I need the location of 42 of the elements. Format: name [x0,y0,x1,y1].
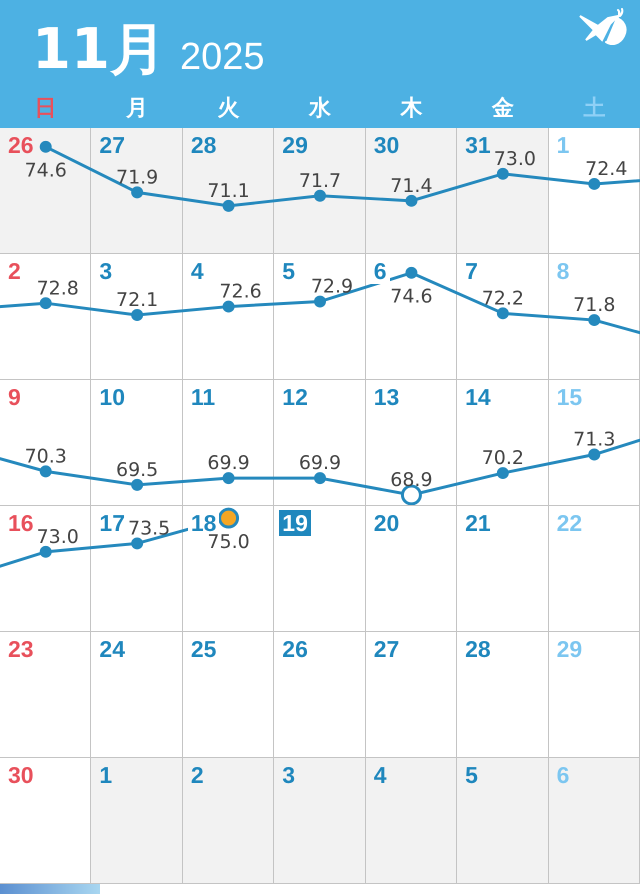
day-cell[interactable]: 27 [366,632,458,757]
weekday-label: 月 [126,95,148,123]
weight-label: 72.2 [482,287,524,310]
weekday-label: 火 [218,95,240,123]
weight-label: 69.5 [116,459,158,481]
day-cell[interactable]: 1 [91,758,183,883]
day-cell[interactable]: 20 [366,506,458,631]
day-cell[interactable]: 29 [548,632,640,757]
weight-label: 71.9 [116,166,158,188]
weight-label: 71.4 [390,174,433,197]
weekday-label: 水 [308,95,331,123]
weight-label: 71.3 [573,428,616,451]
weight-label: 71.1 [207,180,250,202]
weight-label: 68.9 [390,469,433,492]
weight-label: 72.9 [310,276,354,298]
weight-label: 73.0 [36,526,79,548]
weight-label: 71.7 [298,170,342,192]
weight-label: 70.2 [482,447,524,470]
day-cell[interactable]: 4 [366,758,458,883]
day-cell[interactable]: 3 [274,758,366,883]
weight-label: 70.3 [24,446,67,468]
month-title: 11月 [32,22,166,78]
year-title: 2025 [180,38,264,76]
weight-label: 73.5 [128,518,170,540]
weight-label: 72.8 [36,277,79,300]
weight-label: 72.4 [585,158,628,180]
day-cell[interactable]: 2 [182,758,274,883]
weekday-label: 日 [34,95,57,123]
weight-label: 72.1 [116,289,158,312]
weekday-label: 木 [400,95,422,123]
weight-label: 74.6 [390,286,433,308]
weight-label: 72.6 [219,280,262,303]
weekday-label: 金 [492,95,514,123]
weekday-label: 土 [583,95,606,123]
weight-label: 69.9 [298,452,342,474]
weight-label: 69.9 [207,452,250,474]
weight-label: 71.8 [573,294,616,316]
day-cell[interactable]: 5 [457,758,549,883]
day-cell[interactable]: 22 [548,506,640,631]
today-date: 19 [279,510,311,536]
weight-label: 73.0 [494,148,536,170]
weight-label: 74.6 [24,160,67,182]
